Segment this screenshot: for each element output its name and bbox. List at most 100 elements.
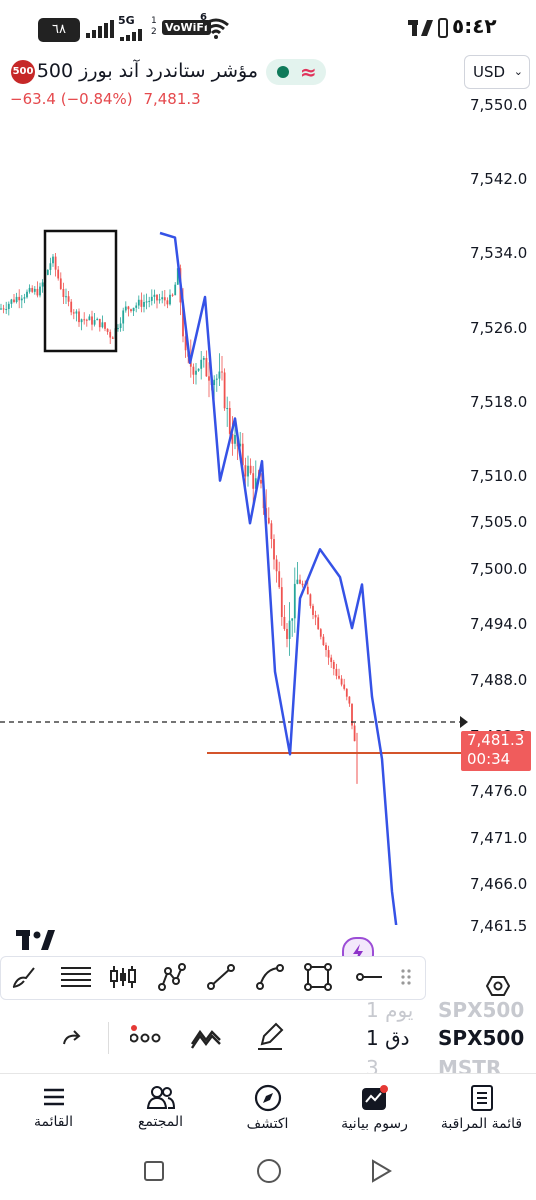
signal-icon-2 xyxy=(120,26,150,41)
candle-body xyxy=(338,675,340,679)
home-icon[interactable] xyxy=(256,1158,282,1184)
brush-icon[interactable] xyxy=(5,957,45,997)
rectangle-icon[interactable] xyxy=(298,957,338,997)
candles-icon[interactable] xyxy=(103,957,143,997)
battery-icon: ٦٨ xyxy=(38,18,80,42)
candle-body xyxy=(54,256,57,270)
redo-icon[interactable] xyxy=(60,1026,84,1050)
signal-icon xyxy=(86,20,116,38)
interval-label: 1 يوم xyxy=(366,998,414,1022)
nav-explore[interactable]: اكتشف xyxy=(214,1074,321,1149)
status-bar: ٦٨ 5G 1 2 VoWiFi 6 ٥:٤٢ xyxy=(0,0,536,56)
candle-body xyxy=(91,316,93,325)
candle-body xyxy=(244,465,247,477)
price-tick: 7,526.0 xyxy=(470,318,528,337)
pattern-icon[interactable] xyxy=(153,957,193,997)
price-tick: 7,518.0 xyxy=(470,392,528,411)
compass-icon xyxy=(254,1084,281,1112)
more-dots-icon[interactable] xyxy=(129,1024,162,1048)
price-tick: 7,550.0 xyxy=(470,96,528,114)
candle-body xyxy=(153,294,156,297)
candle-body xyxy=(208,376,210,381)
candle-body xyxy=(291,618,294,621)
candle-body xyxy=(205,357,208,377)
community-icon xyxy=(146,1086,175,1109)
tilde-icon: ≈ xyxy=(300,60,317,84)
price-tick: 7,505.0 xyxy=(470,513,528,532)
nav-community[interactable]: المجتمع xyxy=(107,1074,214,1149)
interval-label: 3 xyxy=(366,1056,379,1074)
candle-body xyxy=(314,615,317,618)
nav-menu[interactable]: القائمة xyxy=(0,1074,107,1149)
back-icon[interactable] xyxy=(370,1159,392,1183)
drawn-trend-path[interactable] xyxy=(159,231,402,925)
candle-body xyxy=(62,288,65,297)
candle-body xyxy=(158,299,161,301)
candle-body xyxy=(57,269,60,279)
candle-body xyxy=(166,300,169,305)
highlight-rectangle[interactable] xyxy=(43,229,118,353)
symbol-title[interactable]: مؤشر ستاندرد آند بورز 500 xyxy=(37,60,258,82)
candle-body xyxy=(260,479,262,484)
symbol-label: SPX500 xyxy=(438,1026,525,1050)
candle-body xyxy=(275,559,278,572)
bottom-nav: القائمة المجتمع اكتشف رسوم بيانية قائمة … xyxy=(0,1073,536,1149)
candle-body xyxy=(299,579,301,584)
candle-body xyxy=(2,308,5,310)
candle-body xyxy=(46,269,49,275)
hexagon-icon[interactable] xyxy=(485,974,511,998)
curve-icon[interactable] xyxy=(250,957,290,997)
symbol-label: MSTR xyxy=(438,1056,502,1074)
drawing-toolbar xyxy=(0,956,426,1000)
divider xyxy=(108,1022,109,1054)
candle-body xyxy=(195,370,197,375)
candle-body xyxy=(72,312,75,314)
nav-charts[interactable]: رسوم بيانية xyxy=(321,1074,428,1149)
candle-body xyxy=(327,650,330,658)
symbol-label: SPX500 xyxy=(438,998,525,1022)
candle-body xyxy=(322,636,325,646)
pencil-icon[interactable] xyxy=(256,1022,284,1052)
trend-line-icon[interactable] xyxy=(201,957,241,997)
currency-select[interactable]: USD ⌄ xyxy=(464,55,530,89)
nav-label: المجتمع xyxy=(137,1114,184,1130)
candle-body xyxy=(252,473,255,489)
symbol-row-prev[interactable]: 1 يوم SPX500 xyxy=(360,996,536,1022)
recents-icon[interactable] xyxy=(143,1160,165,1182)
candle-body xyxy=(288,620,291,639)
candle-body xyxy=(70,301,73,313)
nav-watchlist[interactable]: قائمة المراقبة xyxy=(428,1074,535,1149)
price-chart[interactable] xyxy=(0,95,470,925)
candle-body xyxy=(325,645,327,651)
candle-body xyxy=(223,372,226,409)
candle-body xyxy=(249,465,252,474)
indicators-icon[interactable] xyxy=(190,1026,222,1050)
candle-body xyxy=(41,282,44,287)
symbol-row-next[interactable]: 3 MSTR xyxy=(360,1054,536,1074)
candle-body xyxy=(5,309,8,311)
candle-body xyxy=(296,579,299,584)
symbol-picker[interactable]: 1 يوم SPX500 1 دق SPX500 3 MSTR xyxy=(360,996,536,1074)
candle-body xyxy=(270,523,273,540)
nav-label: اكتشف xyxy=(246,1116,289,1132)
candle-body xyxy=(156,294,158,301)
candle-body xyxy=(340,678,343,685)
candle-body xyxy=(301,583,304,586)
countdown-timer: 00:34 xyxy=(467,750,511,768)
nav-label: رسوم بيانية xyxy=(341,1116,408,1132)
candle-body xyxy=(319,629,322,637)
candle-body xyxy=(75,311,78,314)
horizontal-ray-icon[interactable] xyxy=(349,957,389,997)
price-tick: 7,476.0 xyxy=(470,782,528,801)
drag-handle-icon[interactable] xyxy=(389,957,423,997)
market-status-pill[interactable]: ≈ xyxy=(266,59,326,85)
fib-retracement-icon[interactable] xyxy=(56,957,96,997)
candle-body xyxy=(332,661,335,669)
price-axis[interactable]: 7,550.0 7,542.0 7,534.0 7,526.0 7,518.0 7,510… xyxy=(466,95,536,935)
current-price-value: 7,481.3 xyxy=(467,731,525,749)
candle-body xyxy=(202,357,205,360)
candle-body xyxy=(215,378,218,380)
symbol-row-current[interactable]: 1 دق SPX500 xyxy=(360,1024,536,1054)
price-tick: 7,488.0 xyxy=(470,671,528,690)
candle-body xyxy=(148,300,151,302)
